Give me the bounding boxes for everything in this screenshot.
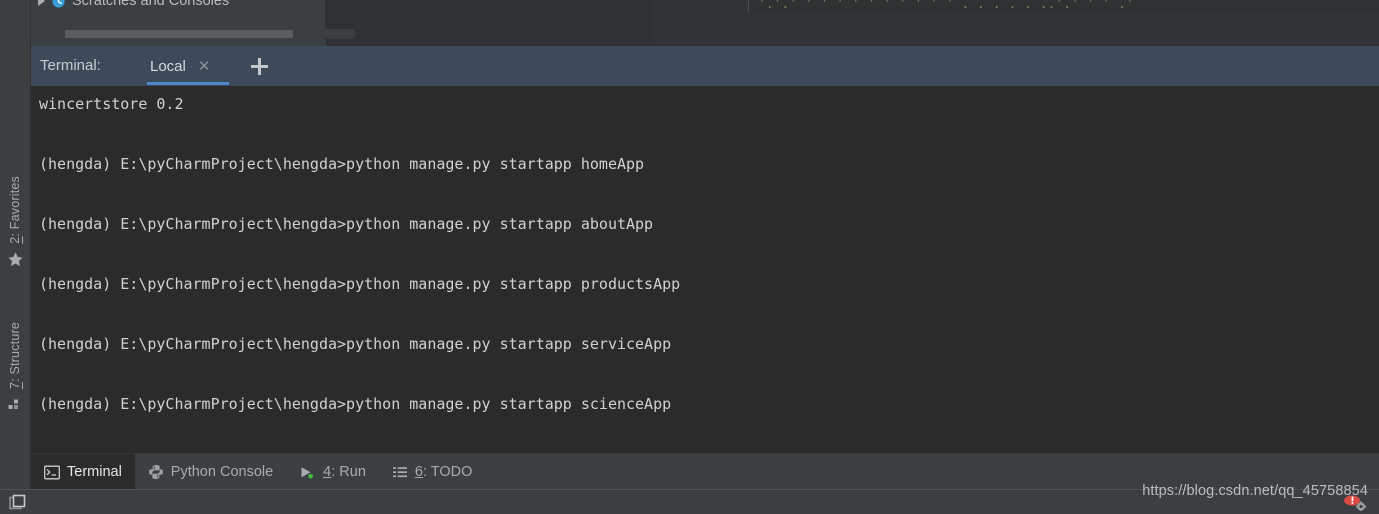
structure-icon xyxy=(8,399,18,410)
tool-window-button-terminal[interactable]: Terminal xyxy=(31,454,135,490)
tool-window-button-python-console[interactable]: Python Console xyxy=(135,454,286,490)
tool-window-button-todo[interactable]: 6: TODO xyxy=(379,454,486,490)
top-strip: '.'.' ' ' ' ' ' ' ' ' ' ' . . . . . ..'.… xyxy=(0,0,1379,47)
sidebar-item-structure[interactable]: 7: Structure xyxy=(0,322,30,412)
tool-window-button-run[interactable]: 4: Run xyxy=(286,454,379,490)
terminal-line: wincertstore 0.2 xyxy=(39,95,184,113)
clock-icon xyxy=(52,0,65,8)
csdn-logo-icon xyxy=(1344,495,1367,511)
tool-window-button-run-label: 4: Run xyxy=(323,464,366,480)
todo-shortcut: 6 xyxy=(414,464,423,480)
close-icon[interactable]: ✕ xyxy=(198,59,211,74)
tree-node-scratches-and-consoles[interactable]: Scratches and Consoles xyxy=(38,0,229,12)
star-icon xyxy=(7,252,23,266)
terminal-icon xyxy=(44,465,60,479)
terminal-line: (hengda) E:\pyCharmProject\hengda>python… xyxy=(39,275,681,293)
terminal-tabbar: Terminal: Local ✕ xyxy=(31,46,1379,86)
terminal-tab-local-label: Local xyxy=(150,57,186,75)
editor-body xyxy=(653,12,1379,45)
sidebar-item-structure-label: 7: Structure xyxy=(8,322,22,389)
terminal-line: (hengda) E:\pyCharmProject\hengda>python… xyxy=(39,335,672,353)
restore-layout-icon[interactable] xyxy=(9,494,28,511)
project-hscrollbar-thumb[interactable] xyxy=(65,30,293,38)
favorites-shortcut: 2 xyxy=(8,236,22,244)
terminal-line: (hengda) E:\pyCharmProject\hengda>python… xyxy=(39,215,654,233)
run-text: : Run xyxy=(331,464,366,480)
structure-text: : Structure xyxy=(8,322,22,382)
left-tool-rail: 2: Favorites 7: Structure xyxy=(0,0,31,489)
terminal-line: (hengda) E:\pyCharmProject\hengda>python… xyxy=(39,395,672,413)
structure-shortcut: 7 xyxy=(8,381,22,390)
tool-window-button-python-console-label: Python Console xyxy=(170,464,274,480)
editor-code-fragment: '.'.' ' ' ' ' ' ' ' ' ' ' . . . . . ..'.… xyxy=(758,0,1134,10)
pycharm-window: '.'.' ' ' ' ' ' ' ' ' ' ' . . . . . ..'.… xyxy=(0,0,1379,514)
todo-icon xyxy=(392,466,407,477)
add-terminal-tab-button[interactable] xyxy=(246,55,272,77)
scratches-and-consoles-label: Scratches and Consoles xyxy=(72,0,230,9)
sidebar-item-favorites[interactable]: 2: Favorites xyxy=(0,176,30,268)
favorites-text: : Favorites xyxy=(8,176,22,237)
sidebar-item-favorites-label: 2: Favorites xyxy=(8,176,22,244)
triangle-right-icon[interactable] xyxy=(38,0,45,6)
terminal-line: (hengda) E:\pyCharmProject\hengda>python… xyxy=(39,155,645,173)
project-tool-window[interactable]: Scratches and Consoles xyxy=(30,0,355,40)
terminal-tab-active-underline xyxy=(147,82,229,85)
plus-icon-vertical xyxy=(257,57,261,75)
tool-window-button-todo-label: 6: TODO xyxy=(415,464,473,480)
tool-window-button-terminal-label: Terminal xyxy=(67,464,122,480)
terminal-title-label: Terminal: xyxy=(40,57,101,74)
python-icon xyxy=(148,465,163,479)
terminal-tab-local[interactable]: Local ✕ xyxy=(142,46,216,86)
terminal-output[interactable]: wincertstore 0.2 (hengda) E:\pyCharmProj… xyxy=(31,86,1379,453)
run-icon xyxy=(301,466,314,479)
todo-text: : TODO xyxy=(423,464,473,480)
watermark-url: https://blog.csdn.net/qq_45758854 xyxy=(1142,483,1368,499)
editor-area-remnant[interactable]: '.'.' ' ' ' ' ' ' ' ' ' ' . . . . . ..'.… xyxy=(326,0,1379,47)
editor-gutter xyxy=(652,0,749,12)
